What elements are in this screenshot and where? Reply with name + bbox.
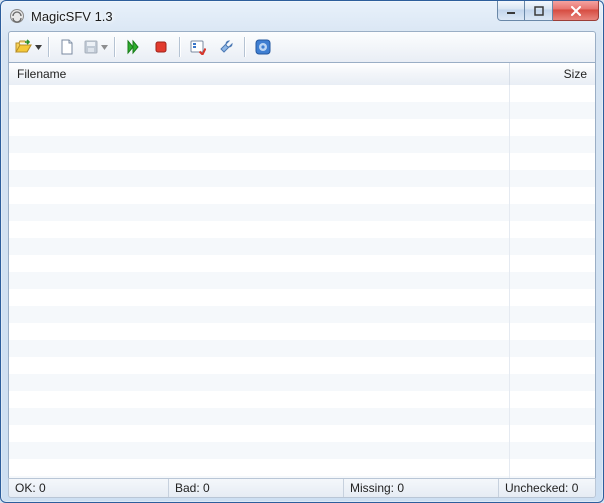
status-ok-label: OK: (15, 481, 36, 495)
start-button[interactable] (119, 35, 147, 59)
column-headers: Filename Size (9, 63, 595, 86)
column-header-filename[interactable]: Filename (9, 63, 510, 85)
toolbar (8, 31, 596, 63)
status-ok-value: 0 (39, 481, 46, 495)
options-button[interactable] (184, 35, 212, 59)
tools-button[interactable] (212, 35, 240, 59)
status-unchecked-value: 0 (572, 481, 579, 495)
new-file-icon (59, 39, 75, 55)
column-header-size[interactable]: Size (510, 63, 595, 85)
open-folder-icon (15, 39, 33, 55)
status-bad-value: 0 (203, 481, 210, 495)
minimize-icon (506, 6, 516, 16)
toolbar-separator (48, 37, 49, 57)
stop-button[interactable] (147, 35, 175, 59)
help-icon (255, 39, 271, 55)
toolbar-separator (114, 37, 115, 57)
close-icon (570, 6, 582, 16)
status-missing-label: Missing: (350, 481, 394, 495)
window-title: MagicSFV 1.3 (31, 9, 113, 24)
column-label: Filename (17, 67, 66, 81)
app-icon (9, 8, 25, 24)
new-button[interactable] (53, 35, 81, 59)
save-button[interactable] (81, 35, 110, 59)
statusbar: OK: 0 Bad: 0 Missing: 0 Unchecked: 0 (8, 478, 596, 498)
minimize-button[interactable] (497, 1, 525, 21)
titlebar[interactable]: MagicSFV 1.3 (1, 1, 603, 31)
chevron-down-icon (101, 45, 108, 50)
window-controls (497, 1, 599, 21)
stop-icon (153, 39, 169, 55)
toolbar-separator (179, 37, 180, 57)
maximize-icon (534, 6, 544, 16)
help-button[interactable] (249, 35, 277, 59)
column-label: Size (564, 67, 587, 81)
close-button[interactable] (553, 1, 599, 21)
status-bad: Bad: 0 (169, 479, 344, 497)
status-missing: Missing: 0 (344, 479, 499, 497)
status-missing-value: 0 (397, 481, 404, 495)
column-divider (509, 85, 510, 479)
chevron-down-icon (35, 45, 42, 50)
status-bad-label: Bad: (175, 481, 200, 495)
list-rows (9, 85, 595, 479)
play-icon (125, 39, 141, 55)
maximize-button[interactable] (525, 1, 553, 21)
options-icon (190, 39, 206, 55)
status-ok: OK: 0 (9, 479, 169, 497)
file-list[interactable]: Filename Size (8, 63, 596, 480)
status-unchecked: Unchecked: 0 (499, 479, 595, 497)
app-window: MagicSFV 1.3 (0, 0, 604, 503)
save-icon (83, 39, 99, 55)
open-button[interactable] (13, 35, 44, 59)
toolbar-separator (244, 37, 245, 57)
status-unchecked-label: Unchecked: (505, 481, 568, 495)
wrench-icon (218, 39, 234, 55)
